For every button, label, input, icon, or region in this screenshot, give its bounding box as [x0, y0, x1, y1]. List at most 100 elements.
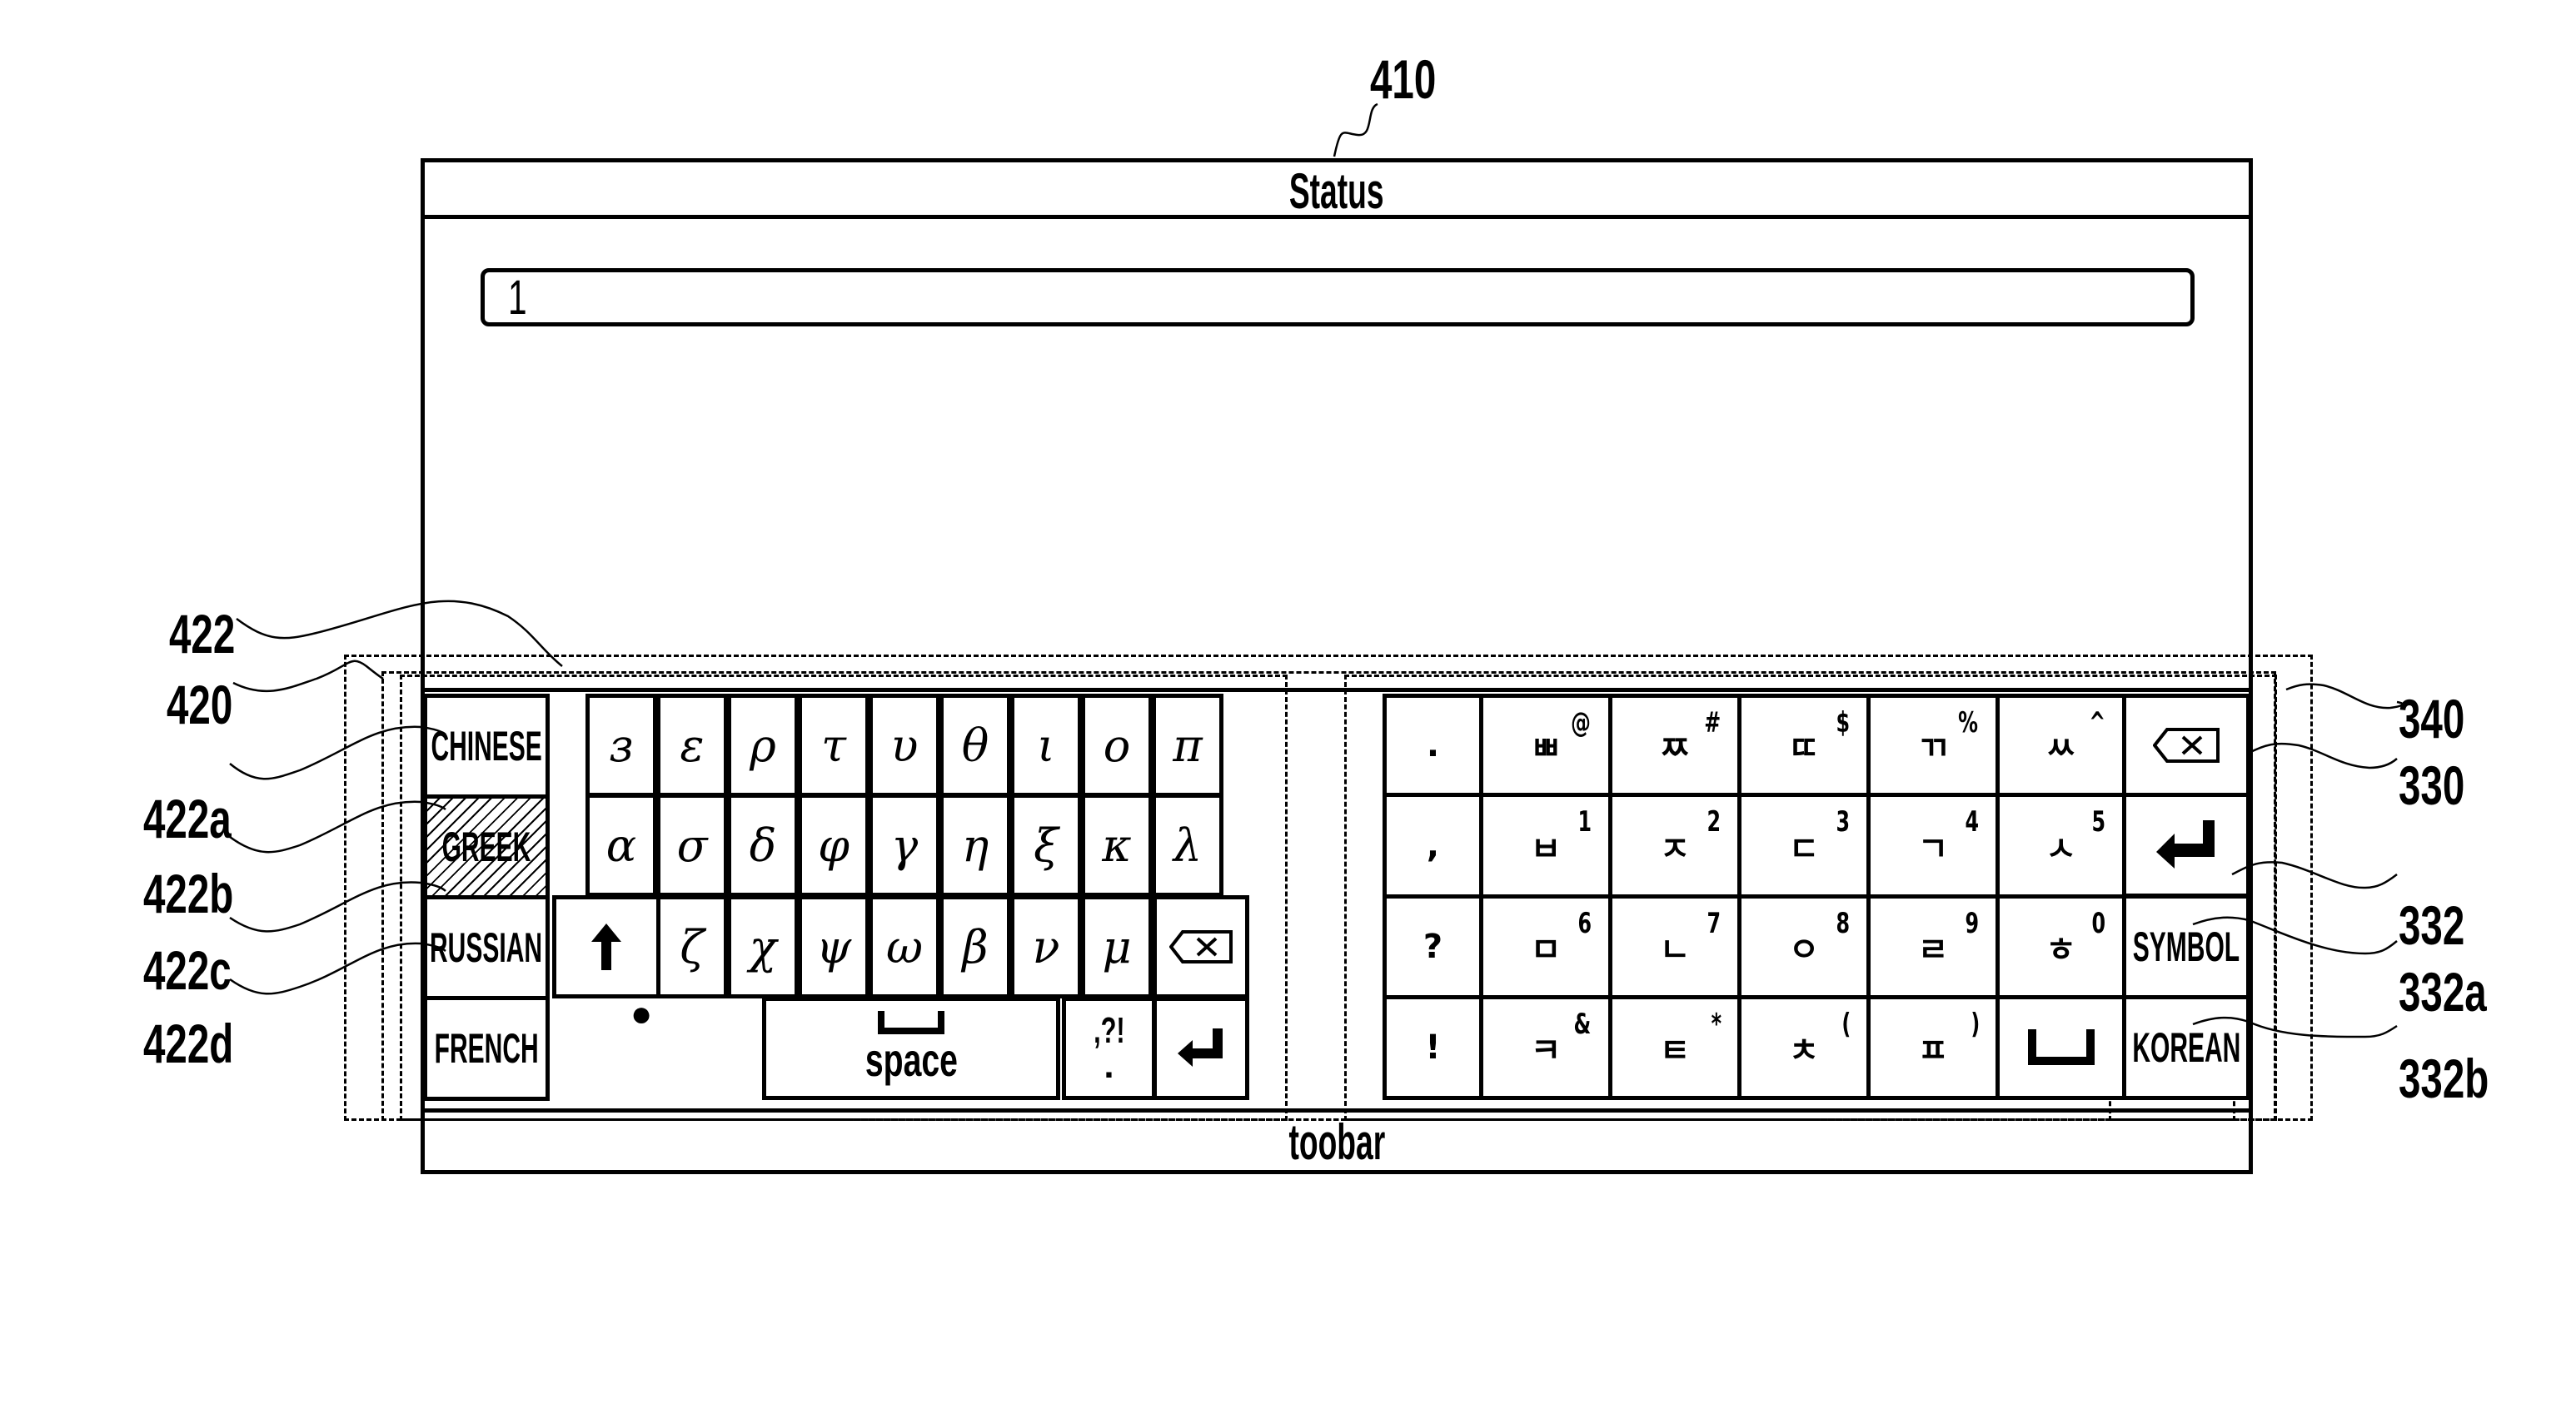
key-secondary-symbol-text: 5 [2091, 805, 2106, 839]
ref-label-340: 340 [2399, 691, 2490, 746]
hangul-key[interactable]: ㅃ @ [1479, 694, 1612, 797]
hangul-key[interactable]: ㄹ9 [1866, 894, 2000, 999]
greek-letter-key[interactable]: β [939, 895, 1011, 998]
greek-letter-key[interactable]: μ [1081, 895, 1153, 998]
key-main-glyph: ㅂ [1530, 829, 1562, 869]
key-secondary-symbol-text: ) [1971, 1008, 1981, 1041]
hangul-key[interactable]: ㅍ) [1866, 995, 2000, 1100]
greek-letter-key[interactable]: δ [727, 794, 799, 897]
greek-letter-key[interactable]: σ [656, 794, 728, 897]
greek-letter-key[interactable]: ψ [798, 895, 869, 998]
key-glyph: ψ [815, 920, 852, 973]
greek-letter-key[interactable]: φ [798, 794, 869, 897]
language-item-greek-selected[interactable]: GREEK [423, 794, 550, 899]
hangul-key[interactable]: ㄷ3 [1737, 793, 1871, 899]
hangul-key[interactable]: ㄸ $ [1737, 694, 1871, 797]
hangul-key[interactable]: ㅇ8 [1737, 894, 1871, 999]
greek-letter-key[interactable]: η [939, 794, 1011, 897]
key-secondary-symbol: 7 [1704, 907, 1724, 940]
key-main-glyph: ㅋ [1530, 1032, 1562, 1070]
hangul-key[interactable]: ㄴ7 [1608, 894, 1741, 999]
hangul-key[interactable]: ㄱ4 [1866, 793, 2000, 899]
shift-key[interactable] [552, 895, 660, 998]
greek-letter-key[interactable]: з [585, 694, 657, 797]
language-item-label: CHINESE [431, 723, 542, 769]
ref-label-332: 332 [2399, 898, 2490, 953]
greek-letter-key[interactable]: ω [869, 895, 940, 998]
ref-label-text: 332 [2399, 894, 2465, 956]
greek-enter-key[interactable] [1153, 997, 1249, 1100]
ref-label-410: 410 [1370, 52, 1462, 107]
hangul-key[interactable]: ㅆ ^ [1996, 694, 2126, 797]
hangul-key[interactable]: ㅎ0 [1996, 894, 2126, 999]
korean-enter-key[interactable] [2122, 793, 2250, 898]
key-glyph: γ [890, 819, 919, 872]
symbol-mode-key[interactable]: SYMBOL [2122, 894, 2250, 999]
punctuation-key-label-bottom: . [1104, 1045, 1114, 1086]
ref-label-332b: 332b [2399, 1051, 2524, 1106]
language-item-label: GREEK [441, 824, 531, 870]
key-secondary-symbol-text: 6 [1577, 907, 1592, 940]
ref-label-422a: 422a [143, 791, 266, 846]
punctuation-key[interactable]: ? [1383, 894, 1483, 999]
toolbar-divider [421, 1108, 2253, 1113]
greek-backspace-key[interactable] [1153, 895, 1249, 998]
ref-label-422b: 422b [143, 866, 268, 921]
greek-letter-key[interactable]: ρ [727, 694, 799, 797]
key-glyph: ι [1037, 719, 1055, 772]
greek-letter-key[interactable]: π [1152, 694, 1223, 797]
greek-letter-key[interactable]: τ [798, 694, 869, 797]
key-secondary-symbol: 9 [1962, 907, 1982, 940]
key-secondary-symbol-text: % [1958, 706, 1978, 739]
hangul-key[interactable]: ㅅ5 [1996, 793, 2126, 899]
ref-label-text: 422d [143, 1013, 234, 1074]
key-secondary-symbol-text: 1 [1577, 805, 1592, 839]
punctuation-key[interactable]: . [1383, 694, 1483, 797]
greek-letter-key[interactable]: ι [1010, 694, 1082, 797]
key-glyph: κ [1102, 819, 1132, 872]
language-item-russian[interactable]: RUSSIAN [423, 895, 550, 1000]
space-key[interactable]: space [762, 997, 1060, 1100]
korean-backspace-key[interactable] [2122, 694, 2250, 797]
greek-letter-key[interactable]: χ [727, 895, 799, 998]
hangul-key[interactable]: ㅁ6 [1479, 894, 1612, 999]
greek-letter-key[interactable]: ο [1081, 694, 1153, 797]
greek-letter-key[interactable]: ν [1010, 895, 1082, 998]
greek-letter-key[interactable]: θ [939, 694, 1011, 797]
greek-letter-key[interactable]: ε [656, 694, 728, 797]
greek-letter-key[interactable]: λ [1152, 794, 1223, 897]
punctuation-key[interactable]: , [1383, 793, 1483, 899]
korean-space-key[interactable] [1996, 995, 2126, 1100]
key-main-glyph: . [1426, 726, 1440, 764]
korean-mode-key[interactable]: KOREAN [2122, 995, 2250, 1100]
hangul-key[interactable]: ㄲ% [1866, 694, 2000, 797]
key-main-glyph: ㅃ [1530, 729, 1562, 768]
hangul-key[interactable]: ㅂ1 [1479, 793, 1612, 899]
key-main-glyph: ㄲ [1917, 729, 1949, 768]
hangul-key[interactable]: ㅋ & [1479, 995, 1612, 1100]
punctuation-key[interactable]: ,?! . [1062, 997, 1156, 1100]
ref-label-text: 330 [2399, 754, 2465, 816]
key-glyph: σ [676, 819, 708, 872]
text-input-field[interactable]: 1 [481, 268, 2195, 326]
key-secondary-symbol: @ [1567, 706, 1595, 739]
ref-label-422d: 422d [143, 1016, 268, 1071]
language-item-french[interactable]: FRENCH [423, 996, 550, 1101]
ref-label-text: 422 [169, 603, 236, 665]
punctuation-key[interactable]: ! [1383, 995, 1483, 1100]
hangul-key[interactable]: ㅌ * [1608, 995, 1741, 1100]
greek-letter-key[interactable]: κ [1081, 794, 1153, 897]
key-secondary-symbol: 0 [2089, 907, 2109, 940]
hangul-key[interactable]: ㅈ2 [1608, 793, 1741, 899]
greek-letter-key[interactable]: υ [869, 694, 940, 797]
greek-letter-key[interactable]: ξ [1010, 794, 1082, 897]
hangul-key[interactable]: ㅊ( [1737, 995, 1871, 1100]
key-main-glyph: ㅌ [1659, 1032, 1691, 1070]
key-glyph: θ [961, 719, 989, 772]
greek-letter-key[interactable]: γ [869, 794, 940, 897]
language-item-chinese[interactable]: CHINESE [423, 694, 550, 799]
greek-letter-key[interactable]: ζ [656, 895, 728, 998]
key-secondary-symbol-text: 4 [1965, 805, 1980, 839]
greek-letter-key[interactable]: α [585, 794, 657, 897]
hangul-key[interactable]: ㅉ # [1608, 694, 1741, 797]
